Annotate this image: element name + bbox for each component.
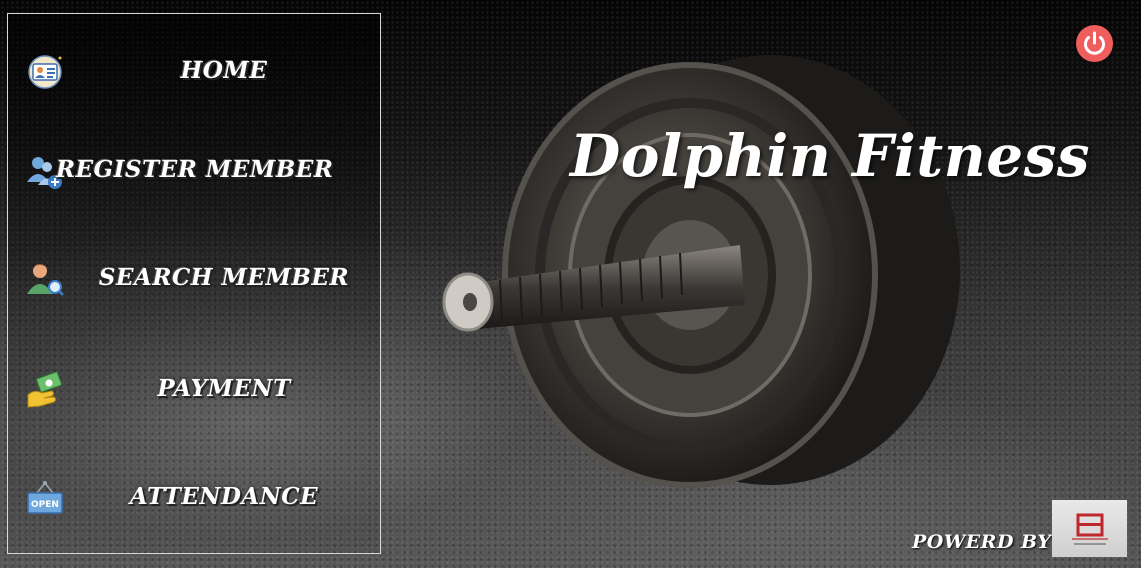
powered-by-label: POWERD BY: [912, 531, 1052, 553]
sidebar-item-label: PAYMENT: [157, 375, 291, 402]
power-button[interactable]: [1076, 25, 1113, 62]
page-title: Dolphin Fitness: [570, 122, 1091, 190]
sidebar-item-label: ATTENDANCE: [129, 483, 319, 510]
sidebar-item-register-member[interactable]: REGISTER MEMBER: [8, 140, 380, 200]
logo-icon: [1072, 513, 1108, 545]
sidebar-item-attendance[interactable]: OPEN ATTENDANCE: [8, 467, 380, 527]
sidebar-item-label: HOME: [180, 57, 268, 84]
power-icon: [1084, 31, 1105, 55]
sidebar-item-search-member[interactable]: SEARCH MEMBER: [8, 248, 380, 308]
cash-payment-icon: [27, 371, 62, 408]
svg-text:OPEN: OPEN: [31, 500, 59, 510]
open-sign-icon: OPEN: [27, 481, 63, 514]
sidebar: HOME REGISTER MEMBER SEARCH MEMBER PAYME…: [7, 13, 381, 554]
dumbbell-image: [442, 55, 960, 488]
sidebar-item-payment[interactable]: PAYMENT: [8, 359, 380, 419]
sidebar-item-label: SEARCH MEMBER: [98, 264, 350, 291]
search-user-icon: [27, 264, 64, 296]
id-card-icon: [28, 55, 62, 89]
sidebar-item-label: REGISTER MEMBER: [56, 156, 334, 183]
e-biz-extend-logo[interactable]: [1052, 500, 1127, 557]
sidebar-item-home[interactable]: HOME: [8, 41, 380, 101]
